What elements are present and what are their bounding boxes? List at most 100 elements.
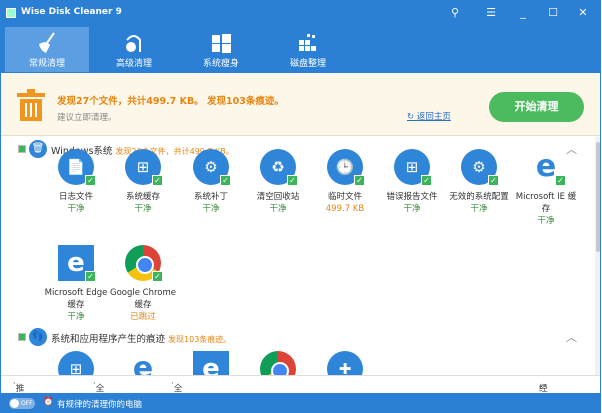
clean-item[interactable]: 🕒 ✓ 临时文件 499.7 KB (311, 149, 379, 216)
scrollbar[interactable] (595, 137, 600, 375)
trace-item[interactable] (244, 351, 312, 375)
checkbox-checked-icon[interactable]: ✓ (152, 175, 163, 186)
trash-icon (17, 89, 45, 121)
skin-icon[interactable]: ⚲ (445, 5, 465, 21)
checkbox-checked-icon[interactable]: ✓ (220, 175, 231, 186)
tab-label: 系统瘦身 (202, 59, 239, 69)
item-icon: ⊞ ✓ (394, 149, 432, 186)
item-label: Microsoft Edge 缓存 (44, 288, 108, 310)
tab-system-slim[interactable]: 系统瘦身 (179, 27, 263, 72)
item-label: 清空回收站 (256, 192, 300, 202)
tab-label: 常规清理 (28, 59, 65, 69)
item-glyph: 📄 (66, 158, 86, 176)
puzzle-icon: ✚ (327, 351, 363, 375)
clean-item[interactable]: 📄 ✓ 日志文件干净 (42, 149, 110, 216)
item-icon: ⚙ ✓ (193, 149, 231, 186)
checkbox-checked-icon[interactable]: ✓ (555, 175, 566, 186)
tab-common-clean[interactable]: 常规清理 (5, 27, 89, 72)
item-glyph: e (535, 149, 557, 184)
app-logo-icon (6, 8, 16, 18)
status-bar: OFF ⏰ 有规律的清理你的电脑 (1, 393, 600, 412)
clean-item[interactable]: ✓ Google Chrome缓存 已跳过 (109, 245, 177, 324)
schedule-toggle[interactable]: OFF (9, 398, 35, 409)
close-button[interactable]: ✕ (573, 5, 593, 21)
recommend-link[interactable]: · 推荐 (13, 379, 24, 406)
section-checkbox[interactable] (18, 333, 26, 341)
broom-icon (39, 32, 55, 53)
item-label: 系统缓存 (125, 192, 160, 202)
checkbox-checked-icon[interactable]: ✓ (488, 175, 499, 186)
item-label: 日志文件 (58, 192, 93, 202)
item-label: Microsoft IE 缓存 (515, 192, 577, 214)
footer-actions: · 推荐 · 全选 · 全不选 ▭ 经典模式 (1, 375, 600, 412)
trace-item[interactable]: ✚ (311, 351, 379, 375)
item-glyph: ⚙ (472, 158, 486, 176)
scrollbar-thumb[interactable] (596, 142, 600, 252)
item-status: 干净 (403, 204, 421, 214)
clean-item[interactable]: e ✓ Microsoft Edge 缓存干净 (42, 245, 110, 324)
tab-label: 高级清理 (115, 59, 152, 69)
clean-item[interactable]: ♻ ✓ 清空回收站干净 (244, 149, 312, 216)
item-icon: ⚙ ✓ (461, 149, 499, 186)
item-status: 干净 (470, 204, 488, 214)
item-status: 干净 (269, 204, 287, 214)
footprints-icon: 👣 (29, 328, 47, 346)
item-label: Google Chrome缓存 (109, 288, 177, 310)
minimize-button[interactable]: _ (513, 5, 533, 21)
clean-item[interactable]: ⊞ ✓ 系统缓存 干净 (109, 149, 177, 216)
item-status: 干净 (67, 204, 85, 214)
item-status: 干净 (202, 204, 220, 214)
windows-file-icon: ⊞ (58, 351, 94, 375)
collapse-icon[interactable]: ︿ (566, 329, 577, 345)
select-none-link[interactable]: · 全不选 (171, 379, 182, 412)
refresh-icon: ↻ (407, 112, 417, 122)
item-icon: e ✓ (528, 149, 566, 186)
ie-icon: e (132, 351, 154, 375)
title-bar: Wise Disk Cleaner 9 ⚲ ☰ _ ☐ ✕ (1, 1, 600, 25)
scan-summary: 发现27个文件，共计499.7 KB。 发现103条痕迹。 (57, 96, 284, 107)
trace-item[interactable]: e (177, 351, 245, 375)
item-label: 临时文件 (327, 192, 362, 202)
checkbox-checked-icon[interactable]: ✓ (85, 271, 96, 282)
item-glyph: ♻ (271, 158, 285, 176)
item-status: 干净 (67, 312, 85, 322)
chrome-icon (260, 351, 296, 375)
maximize-button[interactable]: ☐ (543, 5, 563, 21)
menu-icon[interactable]: ☰ (481, 5, 501, 21)
tab-defrag[interactable]: 磁盘整理 (266, 27, 350, 72)
back-home-link[interactable]: ↻ 返回主页 (407, 110, 451, 122)
back-home-label: 返回主页 (416, 112, 451, 122)
clean-item[interactable]: ⊞ ✓ 错误报告文件 干净 (378, 149, 446, 216)
item-glyph: ⊞ (405, 158, 419, 176)
schedule-text[interactable]: 有规律的清理你的电脑 (57, 398, 142, 410)
section-checkbox[interactable] (18, 145, 26, 153)
alarm-clock-icon: ⏰ (43, 397, 54, 407)
results-list: 🗑 Windows系统发现26个文件，共计499.7 KB。 ︿ 📄✓日志文件干… (1, 137, 595, 375)
start-clean-button[interactable]: 开始清理 (489, 92, 584, 122)
clean-item[interactable]: ⚙ ✓ 系统补丁干净 (177, 149, 245, 216)
item-icon: ⊞ ✓ (125, 149, 163, 186)
item-glyph: ⊞ (136, 158, 150, 176)
checkbox-checked-icon[interactable]: ✓ (287, 175, 298, 186)
checkbox-checked-icon[interactable]: ✓ (421, 175, 432, 186)
trace-item[interactable]: e (109, 351, 177, 375)
item-icon: e ✓ (58, 245, 96, 282)
advice-text: 建议立即清理。 (57, 113, 117, 123)
section-header: 系统和应用程序产生的痕迹 发现103条痕迹。 (51, 331, 231, 345)
tab-advanced-clean[interactable]: 高级清理 (92, 27, 176, 72)
clean-item[interactable]: e ✓ Microsoft IE 缓存 干净 (512, 149, 580, 228)
scan-result-banner: 发现27个文件，共计499.7 KB。 发现103条痕迹。 建议立即清理。 ↻ … (1, 73, 600, 136)
checkbox-checked-icon[interactable]: ✓ (354, 175, 365, 186)
section-title: 系统和应用程序产生的痕迹 (51, 334, 166, 345)
edge-icon: e (193, 351, 229, 375)
checkbox-checked-icon[interactable]: ✓ (152, 271, 163, 282)
main-nav: 常规清理 高级清理 系统瘦身 磁盘整理 (1, 25, 600, 73)
select-all-link[interactable]: · 全选 (93, 379, 104, 406)
item-glyph: e (67, 248, 85, 278)
item-glyph: ⚙ (204, 158, 218, 176)
clean-item[interactable]: ⚙ ✓ 无效的系统配置 干净 (445, 149, 513, 216)
item-label: 系统补丁 (193, 192, 228, 202)
trace-item[interactable]: ⊞ (42, 351, 110, 375)
checkbox-checked-icon[interactable]: ✓ (85, 175, 96, 186)
app-window: Wise Disk Cleaner 9 ⚲ ☰ _ ☐ ✕ 常规清理 高级清理 … (0, 0, 601, 413)
